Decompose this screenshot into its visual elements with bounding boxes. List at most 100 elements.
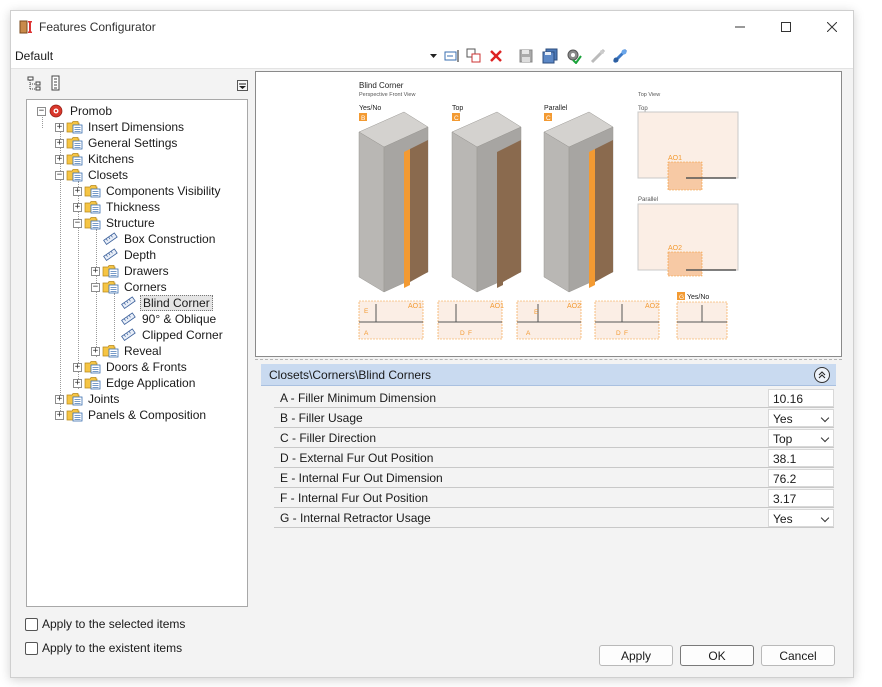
apply-existent-option[interactable]: Apply to the existent items [25, 641, 182, 655]
expand-plus-icon[interactable]: + [55, 410, 64, 420]
folder-settings-icon [66, 120, 83, 134]
profile-dropdown-button[interactable] [429, 48, 437, 64]
apply-existent-checkbox[interactable] [25, 641, 38, 655]
svg-text:AO1: AO1 [408, 303, 422, 310]
rename-profile-button[interactable] [443, 48, 461, 64]
property-row: A - Filler Minimum Dimension 10.16 [274, 388, 834, 408]
property-value-dropdown[interactable]: Yes [768, 509, 834, 527]
property-value-input[interactable]: 10.16 [768, 389, 834, 407]
tree-node[interactable]: Depth [91, 247, 158, 263]
collapse-minus-icon[interactable]: − [73, 218, 82, 228]
view-badge-c1-text: C [454, 115, 459, 122]
property-name: E - Internal Fur Out Dimension [280, 471, 443, 485]
apply-selected-option[interactable]: Apply to the selected items [25, 617, 185, 631]
tree-node-label: Doors & Fronts [106, 360, 187, 374]
expand-plus-icon[interactable]: + [73, 362, 82, 372]
property-value-input[interactable]: 76.2 [768, 469, 834, 487]
tree-node[interactable]: + Panels & Composition [55, 407, 208, 423]
tree-node-label: Blind Corner [140, 295, 213, 311]
tree-node[interactable]: Clipped Corner [109, 327, 225, 343]
tree-node-label: Drawers [124, 264, 169, 278]
delete-profile-button[interactable] [487, 48, 505, 64]
detail-thumb-3: AO2 E A [516, 300, 582, 340]
detail-thumb-1: AO1 E A [358, 300, 424, 340]
collapse-minus-icon[interactable]: − [55, 170, 64, 180]
promob-logo-icon [48, 104, 65, 118]
property-name: B - Filler Usage [280, 411, 363, 425]
view-label-top: Top [452, 105, 463, 112]
tree-node[interactable]: + Joints [55, 391, 121, 407]
maximize-button[interactable] [763, 11, 809, 43]
expand-plus-icon[interactable]: + [55, 394, 64, 404]
tree-node[interactable]: Box Construction [91, 231, 217, 247]
expand-plus-icon[interactable]: + [73, 378, 82, 388]
cabinet-front-top [451, 111, 522, 293]
property-name: G - Internal Retractor Usage [280, 511, 431, 525]
collapse-minus-icon[interactable]: − [91, 282, 100, 292]
copy-icon [466, 48, 481, 63]
expand-tree-icon[interactable] [27, 76, 41, 92]
tree-node[interactable]: Blind Corner [109, 295, 213, 311]
property-value-dropdown[interactable]: Yes [768, 409, 834, 427]
panel-splitter[interactable] [255, 357, 842, 360]
ok-button[interactable]: OK [680, 645, 754, 666]
features-tree[interactable]: − Promob + Insert Dimensions + General Settin… [26, 99, 248, 607]
expand-plus-icon[interactable]: + [91, 346, 100, 356]
tree-node[interactable]: − Corners [91, 279, 169, 295]
tree-node[interactable]: − Closets [55, 167, 130, 183]
disconnect-button[interactable] [589, 48, 607, 64]
expand-plus-icon[interactable]: + [91, 266, 100, 276]
tree-node[interactable]: 90° & Oblique [109, 311, 218, 327]
tree-node[interactable]: + General Settings [55, 135, 179, 151]
copy-profile-button[interactable] [465, 48, 483, 64]
svg-text:D: D [460, 330, 465, 337]
property-value-input[interactable]: 38.1 [768, 449, 834, 467]
list-view-icon[interactable] [51, 75, 61, 91]
property-name: A - Filler Minimum Dimension [280, 391, 437, 405]
property-value-input[interactable]: 3.17 [768, 489, 834, 507]
apply-selected-checkbox[interactable] [25, 617, 38, 631]
detail-thumb-5: G Yes/No [676, 292, 728, 340]
property-value-dropdown[interactable]: Top [768, 429, 834, 447]
minimize-button[interactable] [717, 11, 763, 43]
tree-node[interactable]: + Thickness [73, 199, 162, 215]
collapse-minus-icon[interactable]: − [37, 106, 46, 116]
save-multiple-icon [542, 48, 558, 64]
tree-menu-button[interactable] [237, 80, 248, 91]
property-row: C - Filler Direction Top [274, 428, 834, 448]
apply-button[interactable]: Apply [599, 645, 673, 666]
tree-node[interactable]: + Doors & Fronts [73, 359, 189, 375]
expand-plus-icon[interactable]: + [73, 186, 82, 196]
expand-plus-icon[interactable]: + [55, 154, 64, 164]
settings-check-button[interactable] [565, 48, 583, 64]
connect-button[interactable] [611, 48, 629, 64]
parallel-view-label: Parallel [638, 197, 658, 203]
folder-settings-icon [84, 184, 101, 198]
tree-node[interactable]: + Edge Application [73, 375, 197, 391]
save-disk-icon [519, 49, 533, 63]
save-all-button[interactable] [541, 48, 559, 64]
profile-selector[interactable]: Default [15, 49, 53, 63]
expand-plus-icon[interactable]: + [55, 122, 64, 132]
tree-node-label: Structure [106, 216, 155, 230]
tree-node-label: Insert Dimensions [88, 120, 185, 134]
folder-settings-icon [66, 152, 83, 166]
preview-title: Blind Corner [359, 81, 404, 90]
tree-node[interactable]: − Structure [73, 215, 157, 231]
expand-plus-icon[interactable]: + [73, 202, 82, 212]
svg-text:D: D [616, 330, 621, 337]
cancel-button[interactable]: Cancel [761, 645, 835, 666]
close-button[interactable] [809, 11, 855, 43]
save-button[interactable] [517, 48, 535, 64]
detail-thumb-4: AO2 D F [594, 300, 660, 340]
property-row: B - Filler Usage Yes [274, 408, 834, 428]
expand-plus-icon[interactable]: + [55, 138, 64, 148]
tree-node[interactable]: + Drawers [91, 263, 171, 279]
collapse-category-button[interactable] [814, 367, 830, 383]
svg-text:F: F [624, 330, 628, 337]
tree-node[interactable]: + Insert Dimensions [55, 119, 186, 135]
tree-node[interactable]: − Promob [37, 103, 114, 119]
tree-node[interactable]: + Reveal [91, 343, 163, 359]
tree-node[interactable]: + Kitchens [55, 151, 136, 167]
tree-node[interactable]: + Components Visibility [73, 183, 223, 199]
